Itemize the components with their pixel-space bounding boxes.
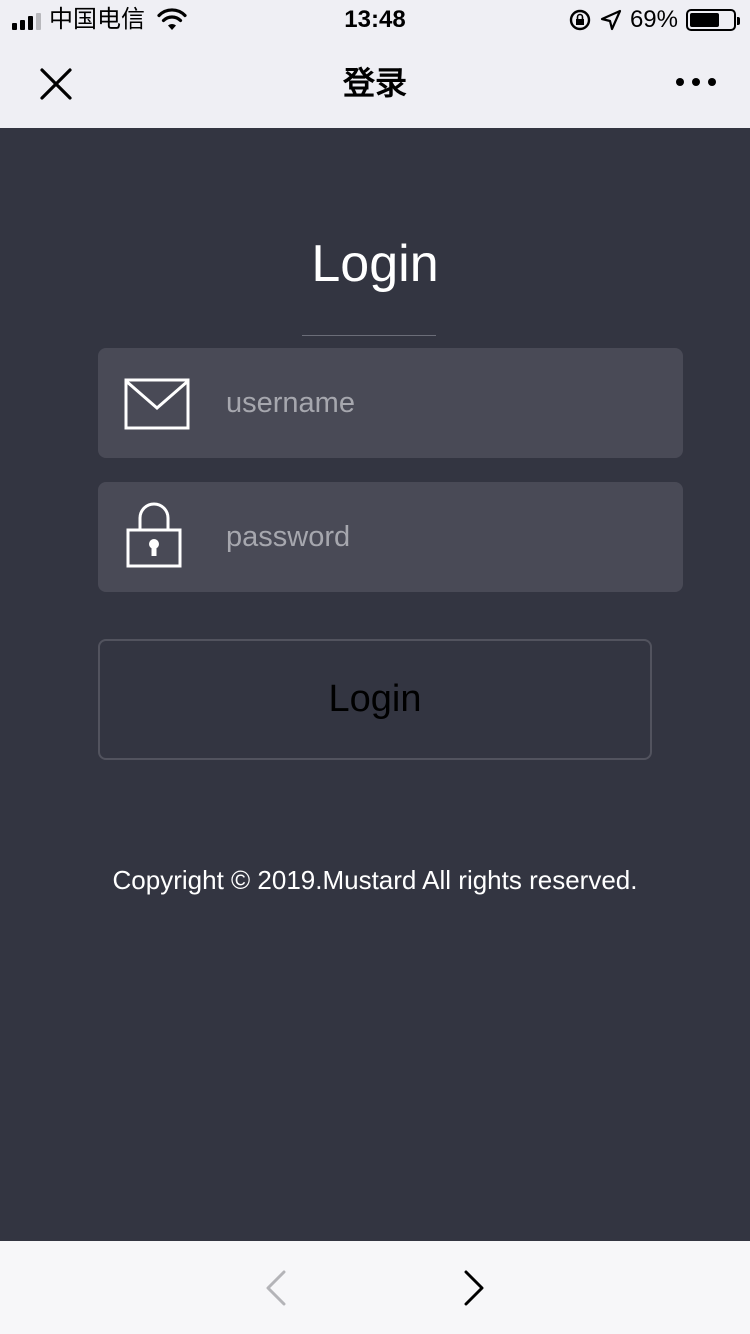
- username-field[interactable]: [98, 348, 683, 458]
- login-title: Login: [311, 235, 439, 293]
- location-icon: [600, 9, 622, 31]
- lock-icon: [126, 502, 182, 568]
- rotation-lock-icon: [569, 9, 591, 31]
- nav-title: 登录: [342, 65, 407, 101]
- login-button[interactable]: Login: [98, 639, 652, 760]
- envelope-icon: [124, 378, 190, 430]
- username-input[interactable]: [226, 348, 666, 458]
- title-divider: [302, 335, 436, 336]
- chevron-right-icon[interactable]: [460, 1269, 488, 1307]
- nav-bar: 登录: [0, 40, 750, 128]
- battery-icon: [686, 9, 740, 31]
- copyright-text: Copyright © 2019.Mustard All rights rese…: [112, 865, 638, 895]
- status-bar: 中国电信 13:48 69%: [0, 0, 750, 40]
- battery-percent: 69%: [629, 6, 678, 33]
- login-page: Login Login Copyright © 2019.Mustard All…: [0, 128, 750, 1241]
- status-right: 69%: [568, 6, 740, 34]
- password-input[interactable]: [226, 482, 666, 592]
- password-field[interactable]: [98, 482, 683, 592]
- chevron-left-icon[interactable]: [262, 1269, 290, 1307]
- browser-toolbar: [0, 1241, 750, 1334]
- more-icon[interactable]: [676, 78, 716, 86]
